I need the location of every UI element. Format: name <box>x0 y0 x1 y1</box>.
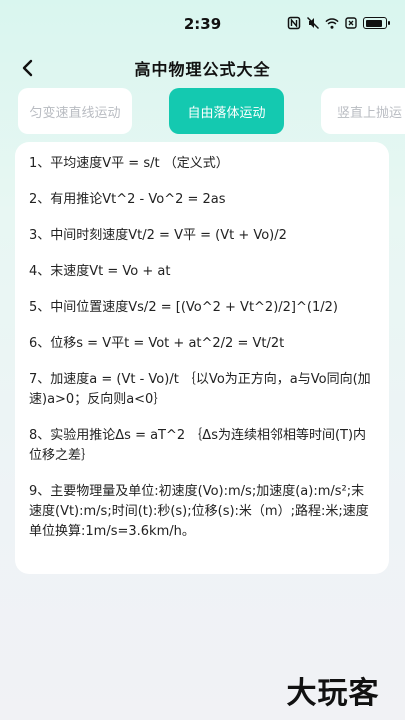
formula-item: 4、末速度Vt = Vo + at <box>29 264 171 279</box>
back-button[interactable] <box>14 54 42 82</box>
chevron-left-icon <box>22 59 33 77</box>
status-time: 2:39 <box>183 15 222 33</box>
formula-item: 9、主要物理量及单位:初速度(Vo):m/s;加速度(a):m/s²;末速度(V… <box>29 484 369 539</box>
watermark-text: 大玩客 <box>286 676 380 711</box>
close-small-icon <box>344 16 358 30</box>
tab-vertical-throw[interactable]: 竖直上抛运 <box>321 88 405 134</box>
page-title: 高中物理公式大全 <box>134 60 271 79</box>
formula-item: 3、中间时刻速度Vt/2 = V平 = (Vt + Vo)/2 <box>29 228 287 243</box>
mute-icon <box>306 16 320 30</box>
tab-uniform-acceleration[interactable]: 匀变速直线运动 <box>18 88 132 134</box>
formula-card: 1、平均速度V平 = s/t （定义式） 2、有用推论Vt^2 - Vo^2 =… <box>15 142 389 574</box>
battery-icon <box>363 17 390 29</box>
wifi-icon <box>325 16 339 30</box>
nfc-icon <box>287 16 301 30</box>
formula-item: 5、中间位置速度Vs/2 = [(Vo^2 + Vt^2)/2]^(1/2) <box>29 300 338 315</box>
status-bar: 2:39 <box>0 0 405 48</box>
watermark-logo: 大玩客 <box>273 668 393 712</box>
formula-item: 8、实验用推论Δs = aT^2 ｛Δs为连续相邻相等时间(T)内位移之差｝ <box>29 428 367 463</box>
formula-item: 2、有用推论Vt^2 - Vo^2 = 2as <box>29 192 226 207</box>
formula-item: 7、加速度a = (Vt - Vo)/t ｛以Vo为正方向，a与Vo同向(加速)… <box>29 372 371 407</box>
formula-item: 6、位移s = V平t = Vot + at^2/2 = Vt/2t <box>29 336 285 351</box>
tab-free-fall[interactable]: 自由落体运动 <box>169 88 284 134</box>
status-icons <box>287 16 390 30</box>
formula-item: 1、平均速度V平 = s/t （定义式） <box>29 156 229 171</box>
category-tabs: 匀变速直线运动 自由落体运动 竖直上抛运 <box>0 88 405 134</box>
nav-bar: 高中物理公式大全 <box>0 48 405 88</box>
